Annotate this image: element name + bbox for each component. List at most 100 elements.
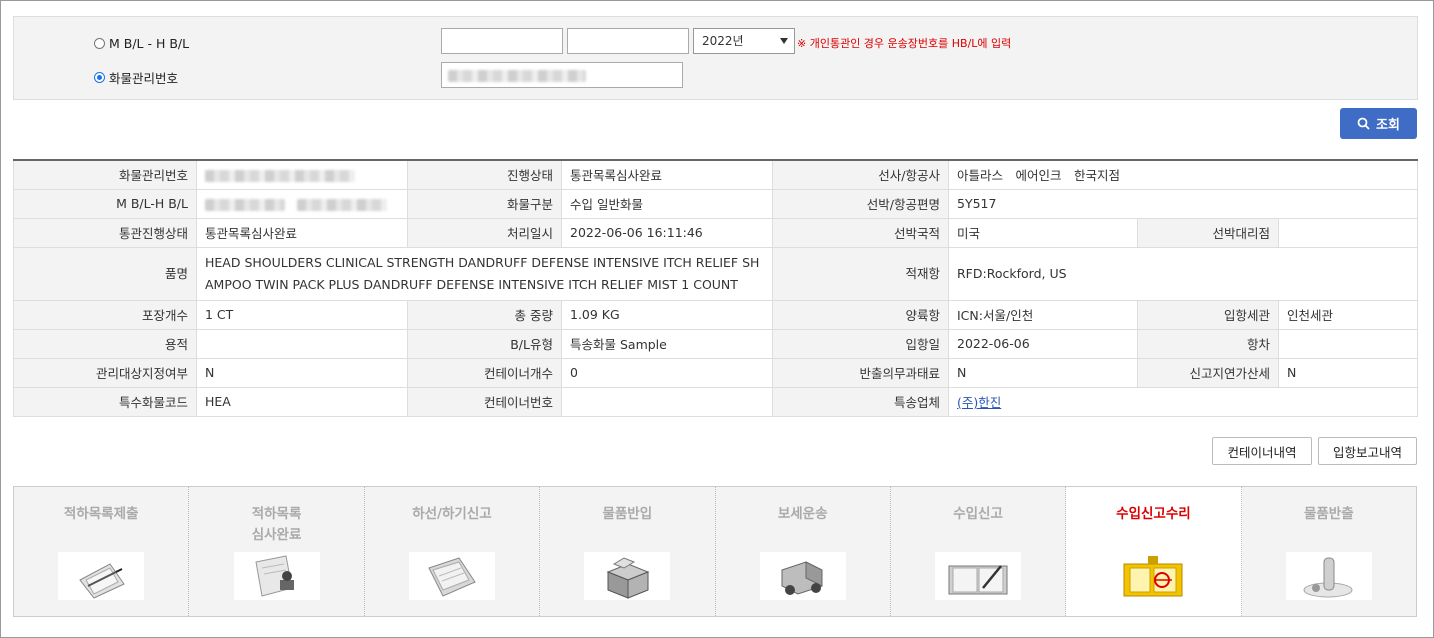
value-arrival-date: 2022-06-06 bbox=[948, 328, 1138, 359]
cargo-number-input[interactable] bbox=[441, 62, 683, 88]
value-loading-port: RFD:Rockford, US bbox=[947, 246, 1419, 301]
value-processed-at: 2022-06-06 16:11:46 bbox=[561, 217, 773, 248]
value-voyage bbox=[1277, 328, 1419, 359]
header-voyage: 항차 bbox=[1137, 328, 1279, 359]
redacted-value bbox=[448, 69, 586, 82]
header-vessel-nationality: 선박국적 bbox=[772, 217, 949, 248]
step-goods-release[interactable]: 물품반출 bbox=[1242, 487, 1416, 616]
radio-cargo-number-circle[interactable] bbox=[94, 72, 105, 83]
value-status: 통관목록심사완료 bbox=[561, 159, 773, 190]
courier-link[interactable]: (주)한진 bbox=[957, 395, 1001, 410]
radio-mbl-hbl-label: M B/L - H B/L bbox=[109, 36, 190, 51]
step-label: 하선/하기신고 bbox=[412, 506, 492, 522]
value-vessel-flight: 5Y517 bbox=[947, 188, 1419, 219]
redacted-value bbox=[205, 198, 285, 211]
chevron-down-icon bbox=[780, 38, 788, 44]
header-managed-target: 관리대상지정여부 bbox=[13, 357, 197, 388]
step-bonded-transport[interactable]: 보세운송 bbox=[716, 487, 891, 616]
value-clearance-status: 통관목록심사완료 bbox=[196, 217, 408, 248]
value-cargo-number bbox=[196, 159, 408, 190]
header-courier: 특송업체 bbox=[772, 386, 949, 417]
step-label: 수입신고수리 bbox=[1116, 506, 1191, 522]
table-row: 관리대상지정여부 N 컨테이너개수 0 반출의무과태료 N 신고지연가산세 N bbox=[13, 357, 1419, 388]
container-history-button[interactable]: 컨테이너내역 bbox=[1212, 437, 1312, 465]
value-package-count: 1 CT bbox=[196, 299, 408, 330]
step-label: 물품반입 bbox=[602, 506, 653, 522]
radio-cargo-number[interactable]: 화물관리번호 bbox=[94, 68, 178, 87]
header-item-name: 품명 bbox=[13, 246, 197, 301]
header-mbl-hbl: M B/L-H B/L bbox=[13, 188, 197, 219]
release-icon bbox=[1285, 552, 1372, 600]
value-unloading-port: ICN:서울/인천 bbox=[948, 299, 1138, 330]
search-button[interactable]: 조회 bbox=[1340, 108, 1417, 139]
value-special-cargo-code: HEA bbox=[196, 386, 408, 417]
hbl-input[interactable] bbox=[567, 28, 689, 54]
table-row: M B/L-H B/L 화물구분 수입 일반화물 선박/항공편명 5Y517 bbox=[13, 188, 1419, 219]
step-manifest-submit[interactable]: 적하목록제출 bbox=[14, 487, 190, 616]
year-select[interactable]: 2022년 bbox=[693, 28, 795, 54]
value-courier: (주)한진 bbox=[947, 386, 1419, 417]
mbl-input[interactable] bbox=[441, 28, 563, 54]
step-label: 물품반출 bbox=[1303, 506, 1354, 522]
value-cargo-type: 수입 일반화물 bbox=[561, 188, 773, 219]
value-vessel-agent bbox=[1277, 217, 1419, 248]
hbl-warning-text: ※ 개인통관인 경우 운송장번호를 HB/L에 입력 bbox=[797, 37, 1012, 50]
header-late-filing-tax: 신고지연가산세 bbox=[1137, 357, 1279, 388]
process-steps: 적하목록제출 적하목록 심사완료 하선/하기신고 물품반입 보세운송 수입신고 … bbox=[13, 486, 1417, 617]
step-import-declaration[interactable]: 수입신고 bbox=[891, 487, 1067, 616]
header-bl-type: B/L유형 bbox=[407, 328, 562, 359]
header-arrival-date: 입항일 bbox=[772, 328, 949, 359]
value-bl-type: 특송화물 Sample bbox=[561, 328, 773, 359]
value-carrier: 아틀라스 에어인크 한국지점 bbox=[947, 159, 1419, 190]
value-vessel-nationality: 미국 bbox=[948, 217, 1138, 248]
step-label: 적하목록 심사완료 bbox=[251, 506, 302, 543]
header-volume: 용적 bbox=[13, 328, 197, 359]
step-goods-carry-in[interactable]: 물품반입 bbox=[540, 487, 716, 616]
step-unloading-report[interactable]: 하선/하기신고 bbox=[365, 487, 541, 616]
box-icon bbox=[584, 552, 671, 600]
value-release-penalty: N bbox=[948, 357, 1138, 388]
radio-mbl-hbl[interactable]: M B/L - H B/L bbox=[94, 36, 189, 51]
table-row: 용적 B/L유형 특송화물 Sample 입항일 2022-06-06 항차 bbox=[13, 328, 1419, 359]
header-vessel-agent: 선박대리점 bbox=[1137, 217, 1279, 248]
value-managed-target: N bbox=[196, 357, 408, 388]
notebook-icon bbox=[935, 552, 1022, 600]
value-item-name: HEAD SHOULDERS CLINICAL STRENGTH DANDRUF… bbox=[196, 246, 773, 301]
year-select-value: 2022년 bbox=[702, 34, 744, 48]
table-row: 포장개수 1 CT 총 중량 1.09 KG 양륙항 ICN:서울/인천 입항세… bbox=[13, 299, 1419, 330]
value-mbl-hbl bbox=[196, 188, 408, 219]
clipboard-icon bbox=[58, 552, 145, 600]
header-container-count: 컨테이너개수 bbox=[407, 357, 562, 388]
value-volume bbox=[196, 328, 408, 359]
table-row: 통관진행상태 통관목록심사완료 처리일시 2022-06-06 16:11:46… bbox=[13, 217, 1419, 248]
step-manifest-reviewed[interactable]: 적하목록 심사완료 bbox=[189, 487, 365, 616]
folder-icon bbox=[408, 552, 495, 600]
arrival-report-button[interactable]: 입항보고내역 bbox=[1318, 437, 1417, 465]
truck-icon bbox=[759, 552, 846, 600]
header-loading-port: 적재항 bbox=[772, 246, 949, 301]
value-late-filing-tax: N bbox=[1277, 357, 1419, 388]
step-label: 보세운송 bbox=[777, 506, 828, 522]
step-import-accepted[interactable]: 수입신고수리 bbox=[1066, 487, 1242, 616]
redacted-value bbox=[296, 198, 387, 211]
step-label: 수입신고 bbox=[953, 506, 1003, 522]
header-clearance-status: 통관진행상태 bbox=[13, 217, 197, 248]
value-total-weight: 1.09 KG bbox=[561, 299, 773, 330]
stamp-icon bbox=[233, 552, 320, 600]
header-total-weight: 총 중량 bbox=[407, 299, 562, 330]
header-special-cargo-code: 특수화물코드 bbox=[13, 386, 197, 417]
header-package-count: 포장개수 bbox=[13, 299, 197, 330]
value-customs-office: 인천세관 bbox=[1277, 299, 1419, 330]
table-row: 화물관리번호 진행상태 통관목록심사완료 선사/항공사 아틀라스 에어인크 한국… bbox=[13, 159, 1419, 190]
radio-cargo-number-label: 화물관리번호 bbox=[109, 71, 179, 86]
header-container-number: 컨테이너번호 bbox=[407, 386, 562, 417]
header-processed-at: 처리일시 bbox=[407, 217, 562, 248]
cargo-info-table: 화물관리번호 진행상태 통관목록심사완료 선사/항공사 아틀라스 에어인크 한국… bbox=[13, 159, 1419, 417]
header-carrier: 선사/항공사 bbox=[772, 159, 949, 190]
radio-mbl-hbl-circle[interactable] bbox=[94, 38, 105, 49]
header-cargo-number: 화물관리번호 bbox=[13, 159, 197, 190]
search-icon bbox=[1357, 117, 1370, 130]
value-container-count: 0 bbox=[561, 357, 773, 388]
header-vessel-flight: 선박/항공편명 bbox=[772, 188, 949, 219]
value-container-number bbox=[561, 386, 773, 417]
